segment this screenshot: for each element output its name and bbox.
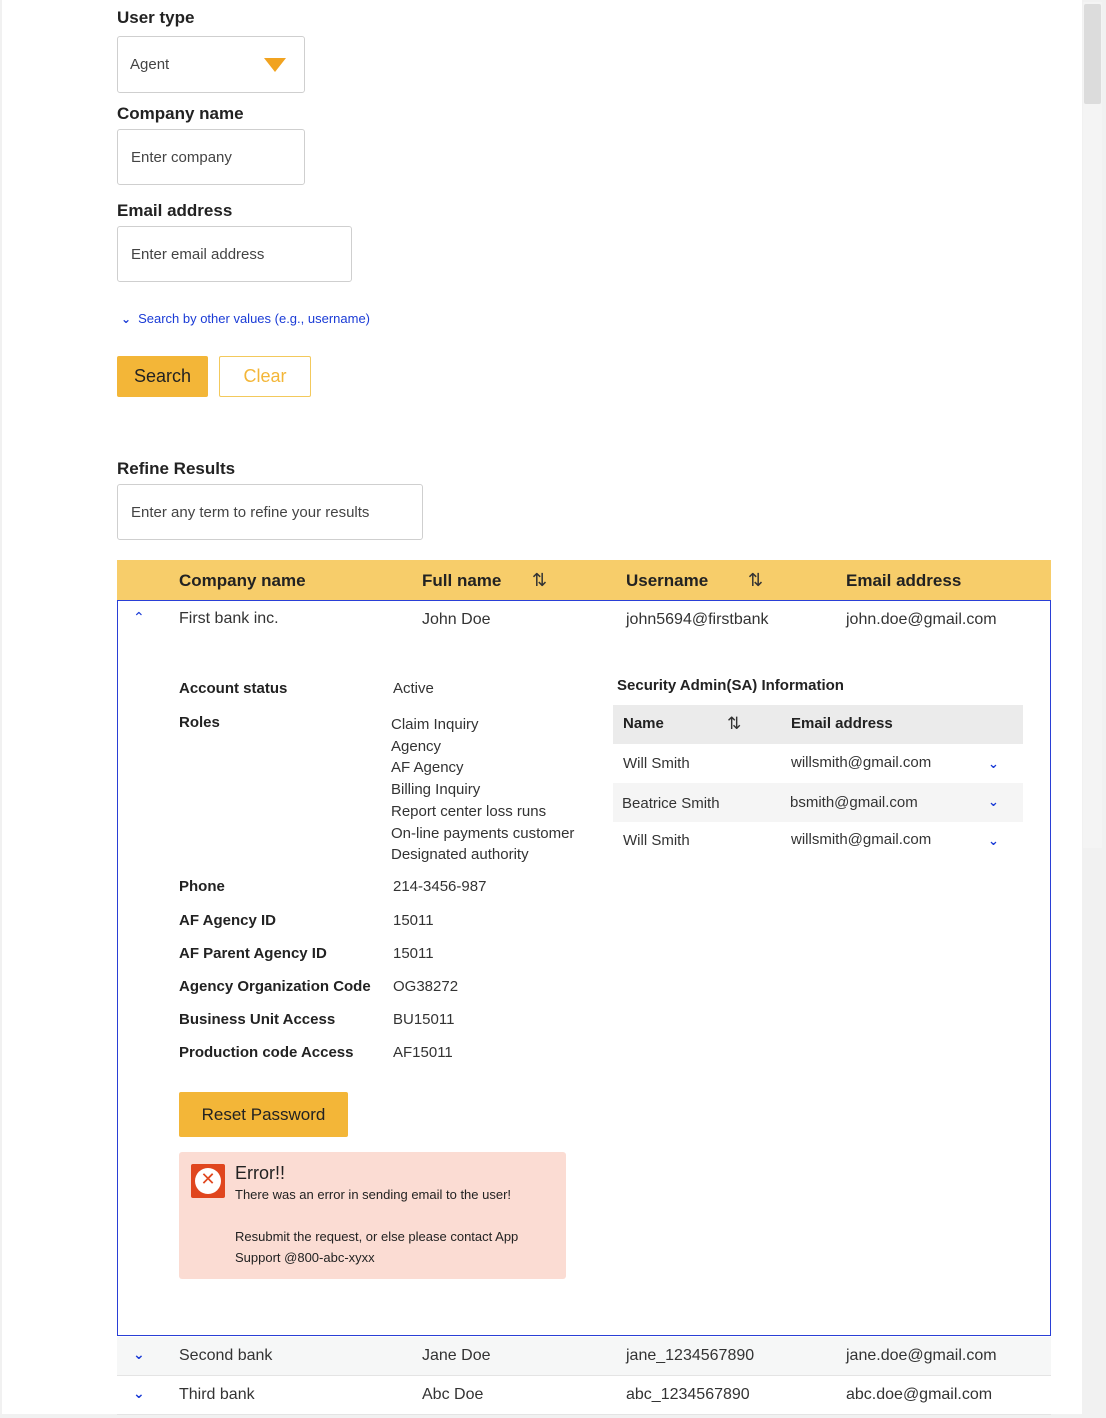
header-full-name[interactable]: Full name (422, 571, 501, 591)
row-full-name: Jane Doe (422, 1347, 491, 1364)
scrollbar-track[interactable] (1083, 2, 1102, 848)
sort-icon[interactable]: ⇅ (532, 570, 547, 591)
org-code-label: Agency Organization Code (179, 978, 371, 995)
company-name-label: Company name (117, 104, 244, 123)
production-code-label: Production code Access (179, 1044, 354, 1061)
role-item: AF Agency (391, 759, 464, 777)
account-status-label: Account status (179, 680, 288, 697)
row-email-link[interactable]: jane.doe@gmail.com (846, 1347, 997, 1365)
refine-results-input[interactable] (131, 503, 422, 521)
email-label: Email address (117, 201, 233, 220)
phone-label: Phone (179, 878, 225, 895)
af-agency-id-label: AF Agency ID (179, 912, 276, 929)
email-input[interactable] (131, 245, 351, 263)
role-item: Claim Inquiry (391, 716, 479, 733)
sa-row-name: Beatrice Smith (622, 795, 720, 812)
user-type-select[interactable]: Agent (117, 36, 305, 93)
company-name-input[interactable] (131, 148, 304, 166)
row-full-name: Abc Doe (422, 1386, 484, 1403)
user-type-label: User type (117, 8, 195, 27)
sa-row-email-link[interactable]: willsmith@gmail.com (791, 754, 931, 771)
error-alert: ✕ Error!! There was an error in sending … (179, 1152, 566, 1279)
af-parent-agency-id-value: 15011 (393, 945, 434, 962)
error-support: Support @800-abc-xyxx (235, 1250, 375, 1265)
search-button[interactable]: Search (117, 356, 208, 397)
row-email-link[interactable]: abc.doe@gmail.com (846, 1386, 992, 1404)
bu-access-value: BU15011 (393, 1011, 455, 1028)
email-field[interactable] (117, 226, 352, 282)
production-code-value: AF15011 (393, 1044, 453, 1061)
chevron-down-icon[interactable]: ⌄ (133, 1346, 145, 1363)
roles-list: Claim Inquiry Agency AF Agency Billing I… (391, 714, 574, 866)
chevron-down-icon: ⌄ (121, 311, 132, 326)
chevron-down-icon[interactable]: ⌄ (988, 794, 999, 810)
user-type-value: Agent (130, 56, 170, 73)
company-name-field[interactable] (117, 129, 305, 185)
sort-icon[interactable]: ⇅ (748, 570, 763, 591)
row-username: abc_1234567890 (626, 1386, 750, 1403)
error-title: Error!! (235, 1163, 286, 1183)
role-item: Agency (391, 737, 442, 755)
chevron-down-icon[interactable]: ⌄ (988, 833, 999, 849)
role-item: Billing Inquiry (391, 781, 481, 799)
refine-results-field[interactable] (117, 484, 423, 540)
row-email-link[interactable]: john.doe@gmail.com (846, 611, 997, 629)
row-company: Third bank (179, 1386, 255, 1403)
header-company-name[interactable]: Company name (179, 571, 306, 591)
sa-row-name: Will Smith (623, 755, 690, 772)
phone-link[interactable]: 214-3456-987 (393, 878, 486, 895)
role-item: On-line payments customer (391, 824, 575, 842)
row-username: john5694@firstbank (626, 611, 769, 628)
org-code-value: OG38272 (393, 978, 459, 995)
role-item: Designated authority (391, 846, 529, 864)
chevron-down-icon[interactable]: ⌄ (133, 1385, 145, 1402)
refine-results-label: Refine Results (117, 459, 236, 478)
roles-label: Roles (179, 714, 220, 731)
sort-icon[interactable]: ⇅ (727, 714, 741, 734)
table-header: Company name Full name ⇅ Username ⇅ Emai… (117, 560, 1051, 600)
af-parent-agency-id-label: AF Parent Agency ID (179, 945, 327, 962)
reset-password-button[interactable]: Reset Password (179, 1092, 348, 1137)
scrollbar-thumb[interactable] (1084, 4, 1101, 104)
search-other-values-link[interactable]: ⌄ Search by other values (e.g., username… (121, 311, 370, 326)
chevron-down-icon (264, 58, 286, 72)
sa-row-name: Will Smith (623, 832, 690, 849)
sa-header-email: Email address (791, 715, 893, 732)
clear-button[interactable]: Clear (219, 356, 311, 397)
af-agency-id-value: 15011 (393, 912, 434, 929)
error-instruction: Resubmit the request, or else please con… (235, 1229, 519, 1244)
role-item: Report center loss runs (391, 802, 547, 820)
row-full-name: John Doe (422, 611, 491, 628)
sa-header-name[interactable]: Name (623, 715, 664, 732)
error-icon: ✕ (191, 1164, 225, 1198)
search-other-values-text: Search by other values (e.g., username) (138, 311, 371, 326)
chevron-up-icon[interactable]: ⌃ (133, 609, 145, 626)
account-status-value: Active (393, 680, 434, 697)
sa-row-email-link[interactable]: bsmith@gmail.com (790, 794, 918, 811)
error-message: There was an error in sending email to t… (235, 1187, 512, 1202)
sa-table-header: Name ⇅ Email address (613, 705, 1023, 744)
chevron-down-icon[interactable]: ⌄ (988, 756, 999, 772)
sa-row-email-link[interactable]: willsmith@gmail.com (791, 831, 931, 848)
sa-title: Security Admin(SA) Information (617, 677, 844, 694)
header-email[interactable]: Email address (846, 571, 961, 591)
row-company: Second bank (179, 1347, 273, 1364)
header-username[interactable]: Username (626, 571, 708, 591)
row-username: jane_1234567890 (626, 1347, 755, 1364)
row-company: First bank inc. (179, 610, 279, 627)
bu-access-label: Business Unit Access (179, 1011, 336, 1028)
